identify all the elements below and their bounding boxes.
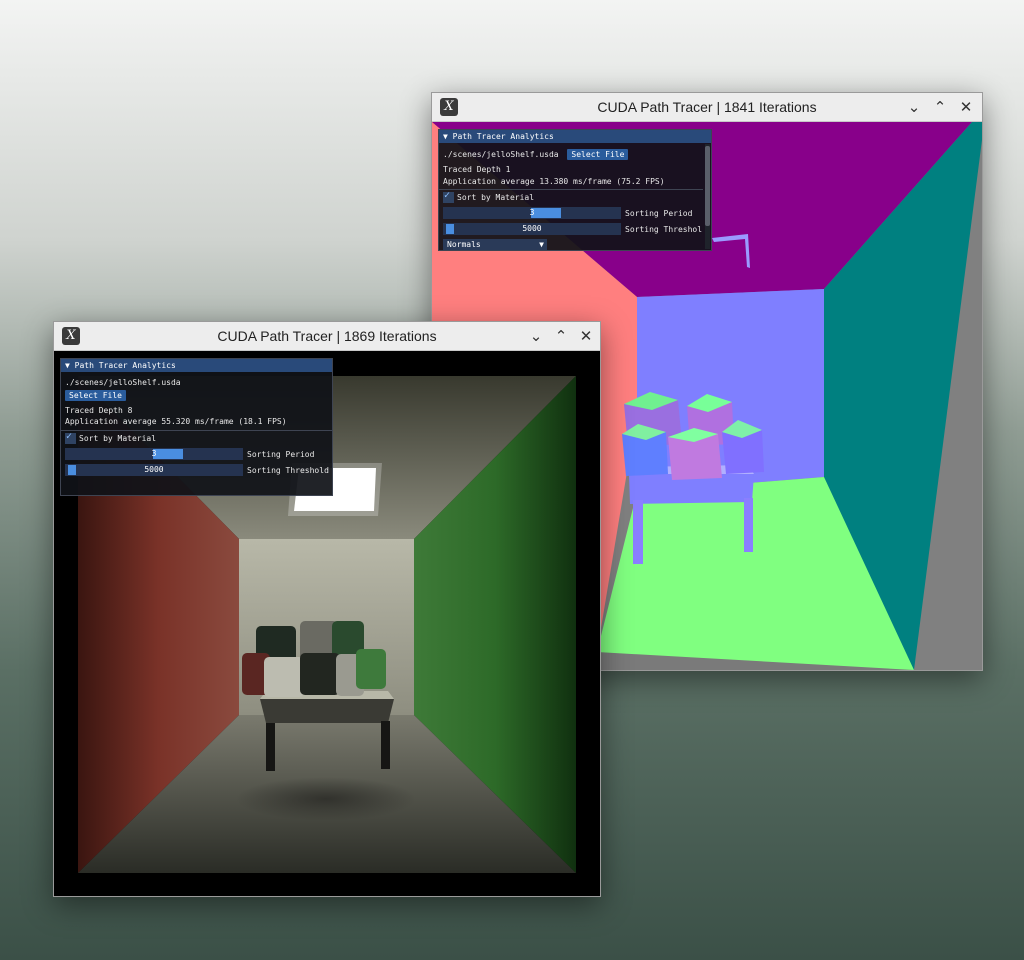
path-tracer-window-render[interactable]: X CUDA Path Tracer | 1869 Iterations ⌄ ⌃… — [53, 321, 601, 897]
panel-scrollbar[interactable] — [705, 144, 710, 249]
sort-material-label: Sort by Material — [457, 193, 535, 202]
app-average-text: Application average 13.380 ms/frame (75.… — [443, 177, 665, 186]
scene-path-text: ./scenes/jelloShelf.usda — [65, 378, 181, 387]
sorting-period-label: Sorting Period — [625, 209, 693, 218]
triangle-down-icon[interactable]: ▼ — [539, 239, 544, 250]
chevron-up-icon[interactable]: ⌃ — [930, 97, 950, 117]
checkmark-icon[interactable] — [443, 190, 454, 203]
sort-material-checkbox[interactable]: Sort by Material — [443, 190, 535, 203]
sorting-period-slider[interactable]: 3 — [443, 207, 621, 219]
sorting-period-value: 3 — [529, 208, 535, 217]
title-bar[interactable]: X CUDA Path Tracer | 1841 Iterations ⌄ ⌃… — [432, 93, 982, 122]
sorting-threshold-value: 5000 — [144, 465, 164, 474]
separator — [61, 430, 332, 431]
panel-header[interactable]: ▼ Path Tracer Analytics — [439, 130, 711, 143]
panel-header[interactable]: ▼ Path Tracer Analytics — [61, 359, 332, 372]
chevron-up-icon[interactable]: ⌃ — [551, 326, 571, 346]
chevron-down-icon[interactable]: ⌄ — [526, 326, 546, 346]
sorting-period-label: Sorting Period — [247, 450, 315, 459]
app-average-text: Application average 55.320 ms/frame (18.… — [65, 417, 287, 426]
sorting-period-slider[interactable]: 3 — [65, 448, 243, 460]
sorting-threshold-slider[interactable]: 5000 — [65, 464, 243, 476]
close-icon[interactable]: ✕ — [956, 97, 976, 117]
chevron-down-icon[interactable]: ⌄ — [904, 97, 924, 117]
checkmark-icon[interactable] — [65, 431, 76, 444]
select-file-button[interactable]: Select File — [65, 390, 126, 401]
separator — [439, 189, 703, 190]
select-file-row: Select File — [65, 390, 126, 401]
sorting-threshold-slider[interactable]: 5000 — [443, 223, 621, 235]
scene-path-row: ./scenes/jelloShelf.usda Select File — [443, 149, 629, 160]
sort-material-checkbox[interactable]: Sort by Material — [65, 431, 157, 444]
scene-path-text: ./scenes/jelloShelf.usda — [443, 150, 559, 159]
window-title: CUDA Path Tracer | 1841 Iterations — [597, 99, 817, 115]
window-title: CUDA Path Tracer | 1869 Iterations — [217, 328, 437, 344]
sorting-period-value: 3 — [151, 449, 157, 458]
analytics-panel[interactable]: ▼ Path Tracer Analytics ./scenes/jelloSh… — [60, 358, 333, 496]
sorting-threshold-label: Sorting Threshold — [247, 466, 329, 475]
sorting-threshold-value: 5000 — [522, 224, 542, 233]
analytics-panel[interactable]: ▼ Path Tracer Analytics ./scenes/jelloSh… — [438, 129, 712, 251]
select-file-button[interactable]: Select File — [567, 149, 629, 160]
display-mode-dropdown[interactable]: Normals ▼ — [443, 239, 547, 250]
sort-material-label: Sort by Material — [79, 434, 157, 443]
sorting-threshold-label: Sorting Threshol — [625, 225, 703, 234]
traced-depth-text: Traced Depth 1 — [443, 165, 511, 174]
title-bar[interactable]: X CUDA Path Tracer | 1869 Iterations ⌄ ⌃… — [54, 322, 600, 351]
display-mode-value: Normals — [447, 240, 481, 249]
scrollbar-thumb[interactable] — [705, 146, 710, 226]
traced-depth-text: Traced Depth 8 — [65, 406, 133, 415]
close-icon[interactable]: ✕ — [576, 326, 596, 346]
